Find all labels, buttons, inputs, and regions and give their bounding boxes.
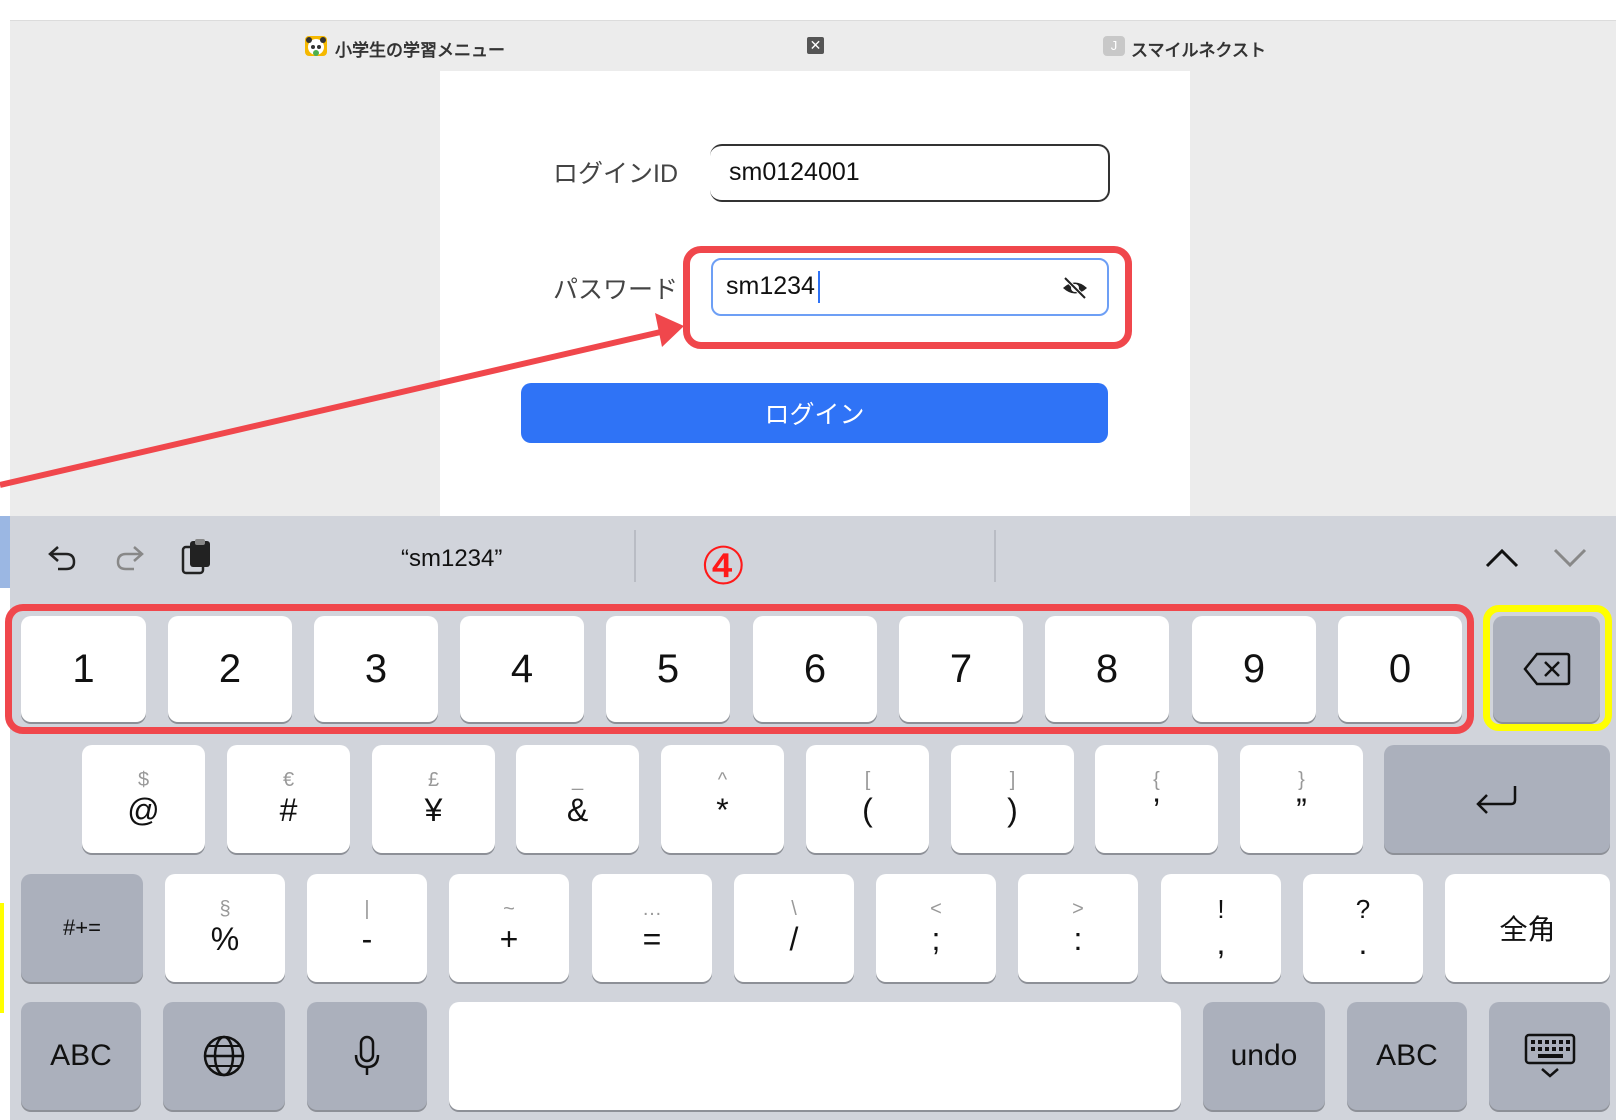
redo-arrow-icon[interactable] <box>114 541 146 573</box>
chevron-up-icon[interactable] <box>1484 546 1520 570</box>
annotation-arrow <box>0 313 684 488</box>
key-yen[interactable]: £ ¥ <box>372 745 495 853</box>
key-alt-label: ^ <box>717 769 728 791</box>
microphone-icon <box>354 1035 380 1075</box>
left-edge-blue-strip <box>0 516 10 588</box>
key-main-label: = <box>642 921 662 957</box>
key-main-label: % <box>210 921 240 957</box>
key-alt-label: [ <box>864 769 871 791</box>
key-colon[interactable]: >: <box>1018 874 1138 982</box>
login-id-field[interactable]: sm0124001 <box>710 144 1110 202</box>
microphone-key[interactable] <box>307 1002 427 1110</box>
key-main-label: ’ <box>1152 792 1161 828</box>
key-open-paren[interactable]: [( <box>806 745 929 853</box>
login-id-value: sm0124001 <box>729 158 860 186</box>
key-main-label: , <box>1216 925 1226 961</box>
key-main-label: & <box>566 792 589 828</box>
key-main-label: ; <box>931 921 941 957</box>
key-alt-label: { <box>1153 769 1160 791</box>
key-main-label: : <box>1073 921 1083 957</box>
key-main-label: / <box>789 921 799 957</box>
key-alt-label: § <box>219 898 231 920</box>
password-highlight-box <box>683 246 1132 349</box>
key-equals[interactable]: … = <box>592 874 712 982</box>
undo-key[interactable]: undo <box>1203 1002 1325 1110</box>
return-icon <box>1476 786 1517 814</box>
key-at[interactable]: $ @ <box>82 745 205 853</box>
tab-title: スマイルネクスト <box>1131 41 1266 60</box>
hide-keyboard-key[interactable] <box>1489 1002 1610 1110</box>
key-alt-label: ? <box>1355 894 1371 924</box>
suggestion-separator <box>634 530 636 582</box>
key-hash[interactable]: € # <box>227 745 350 853</box>
tab-smile-next[interactable]: J スマイルネクスト <box>825 21 1615 71</box>
key-alt-label: | <box>364 898 370 920</box>
letter-j-favicon-icon: J <box>1103 36 1125 56</box>
key-main-label: ” <box>1296 792 1307 828</box>
key-ampersand[interactable]: _ & <box>516 745 639 853</box>
delete-key-highlight-box <box>1483 605 1612 731</box>
annotation-step-number: ④ <box>700 538 747 596</box>
zenkaku-key[interactable]: 全角 <box>1445 874 1610 982</box>
key-alt-label: $ <box>137 769 150 791</box>
key-alt-label: _ <box>571 769 584 791</box>
key-main-label: . <box>1358 925 1368 961</box>
close-tab-icon[interactable]: ✕ <box>807 37 824 54</box>
abc-key-right[interactable]: ABC <box>1347 1002 1467 1110</box>
suggestion-separator <box>994 530 996 582</box>
key-plus[interactable]: ~ + <box>449 874 569 982</box>
key-main-label: ¥ <box>424 792 443 828</box>
key-main-label: * <box>716 792 729 828</box>
key-alt-label: \ <box>791 898 797 920</box>
abc-key-left[interactable]: ABC <box>21 1002 141 1110</box>
key-main-label: + <box>499 921 519 957</box>
shift-symbols-key[interactable]: #+= <box>21 874 143 982</box>
key-alt-label: ] <box>1009 769 1016 791</box>
key-alt-label: < <box>930 898 942 920</box>
key-main-label: ) <box>1007 792 1018 828</box>
key-alt-label: € <box>282 769 295 791</box>
key-alt-label: ~ <box>503 898 515 920</box>
number-row-highlight-box <box>5 604 1474 734</box>
key-comma[interactable]: !, <box>1161 874 1281 982</box>
globe-icon <box>203 1035 245 1077</box>
return-key[interactable] <box>1384 745 1610 853</box>
key-apostrophe[interactable]: {’ <box>1095 745 1218 853</box>
key-close-paren[interactable]: ]) <box>951 745 1074 853</box>
paste-clipboard-icon[interactable] <box>180 539 212 575</box>
key-main-label: - <box>361 921 373 957</box>
key-asterisk[interactable]: ^ * <box>661 745 784 853</box>
chevron-down-icon[interactable] <box>1552 546 1588 570</box>
key-alt-label: … <box>642 898 662 920</box>
key-alt-label: > <box>1072 898 1084 920</box>
keyboard-dismiss-icon <box>1524 1033 1575 1078</box>
autocomplete-suggestion[interactable]: “sm1234” <box>401 545 502 573</box>
space-key[interactable] <box>449 1002 1181 1110</box>
key-slash[interactable]: \ / <box>734 874 854 982</box>
globe-key[interactable] <box>163 1002 285 1110</box>
key-percent[interactable]: §% <box>165 874 285 982</box>
key-main-label: # <box>279 792 298 828</box>
key-alt-label: ! <box>1217 894 1225 924</box>
key-period[interactable]: ?. <box>1303 874 1423 982</box>
key-semicolon[interactable]: <; <box>876 874 996 982</box>
left-edge-yellow-strip <box>0 903 4 1013</box>
key-main-label: @ <box>127 792 160 828</box>
key-alt-label: } <box>1298 769 1305 791</box>
key-alt-label: £ <box>427 769 440 791</box>
key-main-label: ( <box>862 792 873 828</box>
key-hyphen[interactable]: | - <box>307 874 427 982</box>
key-quote[interactable]: }” <box>1240 745 1363 853</box>
undo-arrow-icon[interactable] <box>46 541 78 573</box>
